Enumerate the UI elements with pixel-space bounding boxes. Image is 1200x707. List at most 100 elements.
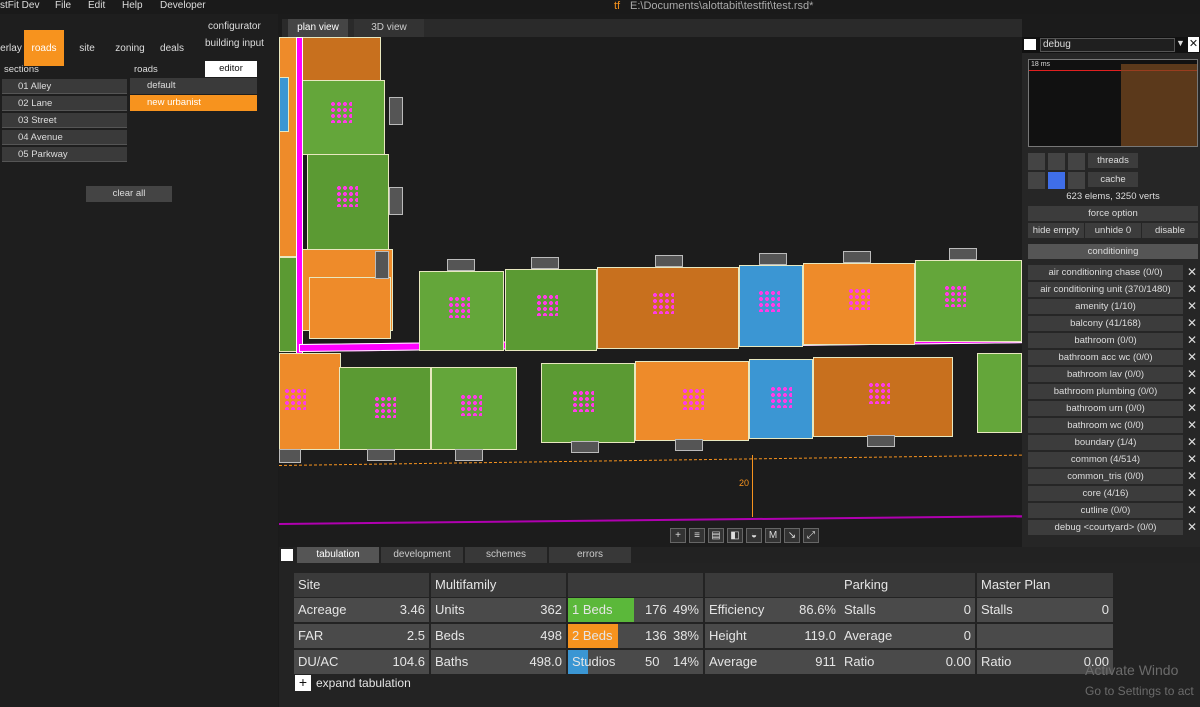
grid-button[interactable] bbox=[1028, 172, 1045, 189]
debug-item[interactable]: bathroom wc (0/0) bbox=[1028, 418, 1183, 433]
threads-button[interactable]: threads bbox=[1088, 153, 1138, 168]
tab-tabulation[interactable]: tabulation bbox=[297, 547, 379, 563]
cache-button[interactable]: cache bbox=[1088, 172, 1138, 187]
close-icon[interactable]: ✕ bbox=[1186, 520, 1198, 535]
tab-development[interactable]: development bbox=[381, 547, 463, 563]
menu-file[interactable]: File bbox=[55, 0, 71, 11]
debug-item[interactable]: air conditioning chase (0/0) bbox=[1028, 265, 1183, 280]
unit-block[interactable] bbox=[309, 277, 391, 339]
close-icon[interactable]: ✕ bbox=[1186, 452, 1198, 467]
plan-viewport[interactable]: 20 bbox=[279, 37, 1022, 548]
list-tool-button[interactable]: ≡ bbox=[689, 528, 705, 543]
editor-button[interactable]: editor bbox=[205, 61, 257, 77]
unit-block[interactable] bbox=[279, 353, 341, 450]
close-icon[interactable]: ✕ bbox=[1186, 350, 1198, 365]
hide-empty-button[interactable]: hide empty bbox=[1028, 223, 1084, 238]
add-tool-button[interactable]: + bbox=[670, 528, 686, 543]
tab-roads[interactable]: roads bbox=[24, 30, 64, 66]
menu-developer[interactable]: Developer bbox=[160, 0, 206, 11]
menu-icon[interactable] bbox=[1024, 39, 1036, 50]
debug-item[interactable]: amenity (1/10) bbox=[1028, 299, 1183, 314]
unit-block[interactable] bbox=[505, 269, 597, 351]
tab-deals[interactable]: deals bbox=[155, 30, 189, 66]
unit-block[interactable] bbox=[279, 77, 289, 132]
select-tool-button[interactable]: ↘ bbox=[784, 528, 800, 543]
tab-building-input[interactable]: building input bbox=[205, 38, 264, 49]
close-icon[interactable]: ✕ bbox=[1186, 384, 1198, 399]
debug-item[interactable]: common_tris (0/0) bbox=[1028, 469, 1183, 484]
debug-item[interactable]: bathroom plumbing (0/0) bbox=[1028, 384, 1183, 399]
unit-block[interactable] bbox=[541, 363, 635, 443]
unit-block[interactable] bbox=[279, 37, 297, 257]
section-item[interactable]: 01 Alley bbox=[2, 79, 127, 94]
close-icon[interactable]: ✕ bbox=[1186, 367, 1198, 382]
unit-block[interactable] bbox=[813, 357, 953, 437]
grid-button[interactable] bbox=[1048, 172, 1065, 189]
road-item-new-urbanist[interactable]: new urbanist bbox=[130, 95, 257, 111]
menu-edit[interactable]: Edit bbox=[88, 0, 105, 11]
conditioning-header[interactable]: conditioning bbox=[1028, 244, 1198, 259]
unhide-button[interactable]: unhide 0 bbox=[1085, 223, 1141, 238]
close-icon[interactable]: ✕ bbox=[1186, 469, 1198, 484]
tab-schemes[interactable]: schemes bbox=[465, 547, 547, 563]
tab-site[interactable]: site bbox=[70, 30, 104, 66]
debug-item[interactable]: air conditioning unit (370/1480) bbox=[1028, 282, 1183, 297]
tab-zoning[interactable]: zoning bbox=[110, 30, 150, 66]
close-icon[interactable]: ✕ bbox=[1186, 333, 1198, 348]
debug-item[interactable]: balcony (41/168) bbox=[1028, 316, 1183, 331]
tab-3d-view[interactable]: 3D view bbox=[354, 19, 424, 37]
chevron-down-icon[interactable]: ▼ bbox=[1176, 38, 1185, 48]
unit-block[interactable] bbox=[803, 263, 915, 345]
expand-icon[interactable]: + bbox=[295, 675, 311, 691]
unit-block[interactable] bbox=[635, 361, 749, 441]
close-icon[interactable]: ✕ bbox=[1186, 299, 1198, 314]
section-item[interactable]: 04 Avenue bbox=[2, 130, 127, 145]
unit-block[interactable] bbox=[977, 353, 1022, 433]
menu-icon[interactable] bbox=[281, 549, 293, 561]
fit-view-button[interactable]: ⤢ bbox=[803, 528, 819, 543]
layers-tool-button[interactable]: ◒ bbox=[746, 528, 762, 543]
clear-all-button[interactable]: clear all bbox=[86, 186, 172, 202]
tab-errors[interactable]: errors bbox=[549, 547, 631, 563]
debug-item[interactable]: bathroom urn (0/0) bbox=[1028, 401, 1183, 416]
grid-button[interactable] bbox=[1068, 172, 1085, 189]
close-icon[interactable]: ✕ bbox=[1186, 316, 1198, 331]
menu-help[interactable]: Help bbox=[122, 0, 143, 11]
tab-configurator[interactable]: configurator bbox=[208, 21, 261, 32]
grid-button[interactable] bbox=[1048, 153, 1065, 170]
split-tool-button[interactable]: ◧ bbox=[727, 528, 743, 543]
expand-tabulation-link[interactable]: expand tabulation bbox=[316, 676, 411, 690]
close-icon[interactable]: ✕ bbox=[1186, 503, 1198, 518]
unit-block[interactable] bbox=[419, 271, 504, 351]
debug-item[interactable]: boundary (1/4) bbox=[1028, 435, 1183, 450]
unit-block[interactable] bbox=[739, 265, 803, 347]
debug-item[interactable]: common (4/514) bbox=[1028, 452, 1183, 467]
section-item[interactable]: 05 Parkway bbox=[2, 147, 127, 162]
layout-tool-button[interactable]: ▤ bbox=[708, 528, 724, 543]
grid-button[interactable] bbox=[1028, 153, 1045, 170]
debug-item[interactable]: bathroom lav (0/0) bbox=[1028, 367, 1183, 382]
close-icon[interactable]: ✕ bbox=[1186, 435, 1198, 450]
debug-item[interactable]: core (4/16) bbox=[1028, 486, 1183, 501]
close-icon[interactable]: ✕ bbox=[1186, 418, 1198, 433]
close-icon[interactable]: ✕ bbox=[1186, 282, 1198, 297]
unit-block[interactable] bbox=[301, 80, 385, 155]
tab-plan-view[interactable]: plan view bbox=[288, 19, 348, 37]
close-icon[interactable]: ✕ bbox=[1186, 265, 1198, 280]
close-icon[interactable]: ✕ bbox=[1188, 37, 1199, 52]
debug-item[interactable]: bathroom (0/0) bbox=[1028, 333, 1183, 348]
debug-item[interactable]: cutline (0/0) bbox=[1028, 503, 1183, 518]
unit-block[interactable] bbox=[431, 367, 517, 450]
disable-button[interactable]: disable bbox=[1142, 223, 1198, 238]
grid-button[interactable] bbox=[1068, 153, 1085, 170]
unit-block[interactable] bbox=[597, 267, 739, 349]
unit-block[interactable] bbox=[749, 359, 813, 439]
unit-block[interactable] bbox=[339, 367, 431, 450]
unit-block[interactable] bbox=[301, 37, 381, 82]
close-icon[interactable]: ✕ bbox=[1186, 486, 1198, 501]
tab-overlay[interactable]: erlay bbox=[0, 30, 22, 66]
debug-item[interactable]: bathroom acc wc (0/0) bbox=[1028, 350, 1183, 365]
close-icon[interactable]: ✕ bbox=[1186, 401, 1198, 416]
debug-item[interactable]: debug <courtyard> (0/0) bbox=[1028, 520, 1183, 535]
section-item[interactable]: 02 Lane bbox=[2, 96, 127, 111]
